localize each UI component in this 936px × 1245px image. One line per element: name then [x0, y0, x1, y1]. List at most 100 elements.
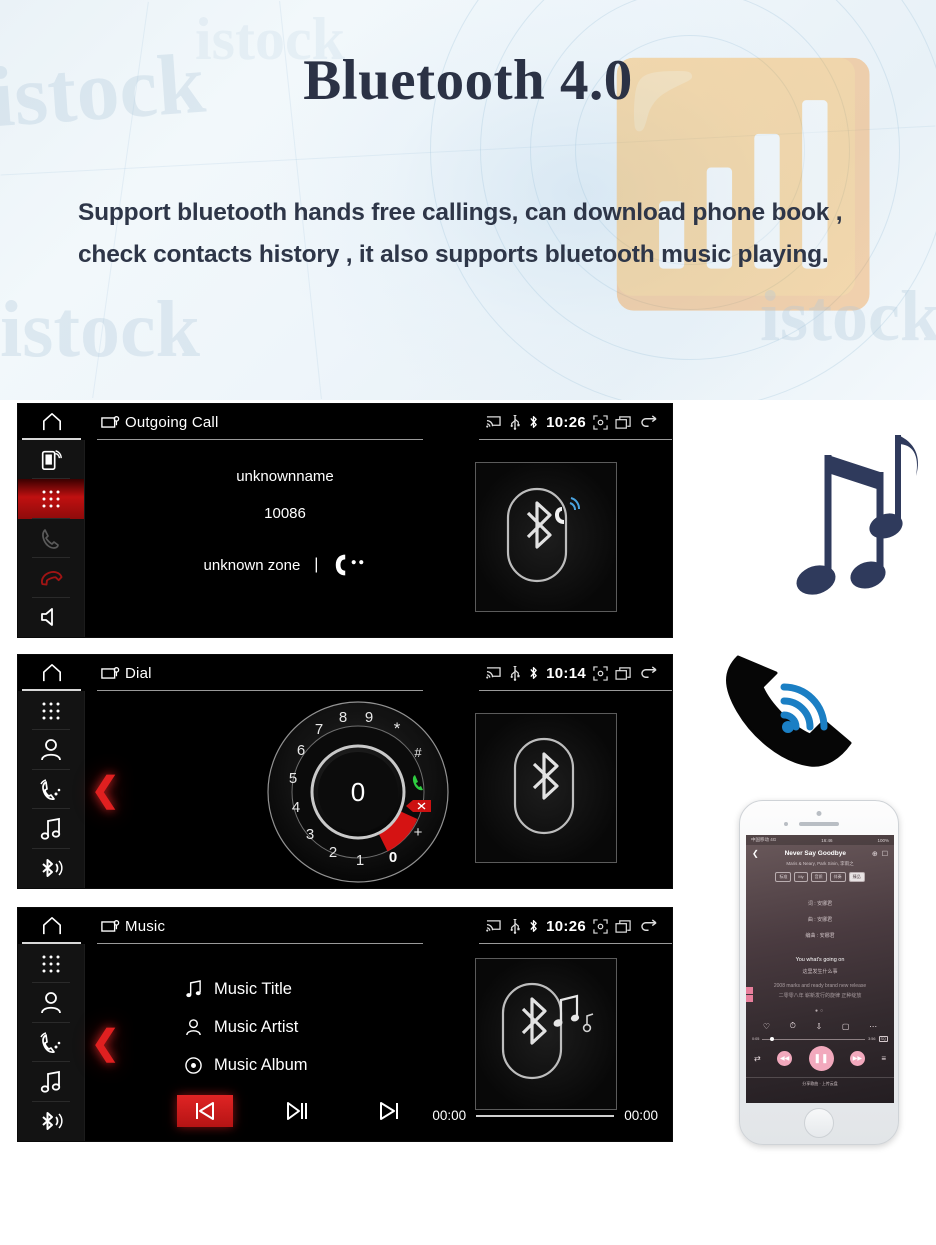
shuffle-icon[interactable]: ⇄	[754, 1054, 761, 1063]
fullscreen-icon[interactable]	[593, 414, 608, 430]
bluetooth-icon	[530, 920, 537, 932]
pause-icon[interactable]: ❚❚	[808, 1046, 834, 1071]
back-icon[interactable]	[640, 414, 658, 430]
sidebar-item-bluetooth[interactable]	[18, 1102, 84, 1141]
sidebar-item-keypad[interactable]	[18, 944, 84, 984]
chip[interactable]: 伴奏	[829, 872, 846, 882]
previous-track-button[interactable]	[177, 1095, 233, 1127]
chip[interactable]: My	[794, 872, 808, 882]
bluetooth-icon	[513, 737, 575, 835]
sidebar-rail	[18, 944, 85, 1141]
download-icon[interactable]: ⇩	[816, 1022, 823, 1031]
quality-chips: 标准 My 音质 伴奏 臻品	[746, 872, 894, 882]
dial-key-2: 2	[329, 844, 337, 861]
sidebar-item-music[interactable]	[18, 1062, 84, 1103]
screencast-icon	[486, 667, 501, 679]
dial-center-display: 0	[351, 777, 365, 807]
screencast-icon	[486, 920, 501, 932]
phone-lyrics: 词 : 安娜君 曲 : 安娜君 编曲 : 安娜君 You what's goin…	[746, 896, 894, 1001]
fullscreen-icon[interactable]	[593, 918, 608, 934]
music-notes-icon	[796, 435, 918, 595]
phone-nav-bar: ❮ Never Say Goodbye ⊕ ☐	[746, 845, 894, 858]
home-button[interactable]	[18, 655, 85, 691]
lyric-sub: 这里发生什么事	[802, 969, 838, 975]
previous-track-icon	[196, 1102, 214, 1120]
sidebar-item-call[interactable]	[18, 519, 84, 559]
add-timer-icon[interactable]: ⏱	[790, 1021, 796, 1031]
display-cast-icon	[101, 919, 120, 932]
list-item[interactable]: Music Title	[185, 970, 308, 1008]
status-clock: 10:26	[546, 917, 586, 935]
bluetooth-icon	[530, 416, 537, 428]
call-info: unknownname 10086 unknown zone |	[85, 468, 485, 578]
sidebar-item-hangup[interactable]	[18, 558, 84, 599]
lyric-next-sub: 二零零八年 崭新发行的旋律 正种绽放	[778, 993, 862, 999]
back-icon[interactable]	[640, 665, 658, 681]
dial-key-6: 6	[297, 742, 305, 759]
list-item[interactable]: Music Artist	[185, 1008, 308, 1046]
sidebar-item-contacts[interactable]	[18, 983, 84, 1024]
sidebar-item-keypad[interactable]	[18, 479, 84, 520]
proximity-sensor	[784, 822, 788, 826]
home-button[interactable]	[804, 1108, 834, 1138]
screencast-icon	[486, 416, 501, 428]
chip[interactable]: 标准	[775, 872, 792, 882]
fullscreen-icon[interactable]	[593, 665, 608, 681]
sidebar-item-call-history[interactable]	[18, 770, 84, 810]
elapsed-time: 00:00	[432, 1108, 467, 1123]
add-to-playlist-icon[interactable]: ⊕	[872, 850, 878, 858]
list-item[interactable]: Music Album	[185, 1046, 308, 1084]
recent-apps-icon[interactable]	[615, 415, 633, 430]
phone-elapsed: 0:05	[752, 1037, 760, 1041]
next-icon[interactable]: ▶▶	[849, 1051, 865, 1066]
dial-key-3: 3	[306, 826, 314, 843]
previous-icon[interactable]: ◀◀	[777, 1051, 793, 1066]
sidebar-item-keypad[interactable]	[18, 691, 84, 731]
back-chevron-button[interactable]: ❮	[91, 773, 120, 807]
recent-apps-icon[interactable]	[615, 666, 633, 681]
sidebar-item-bluetooth[interactable]	[18, 849, 84, 888]
sidebar-item-contacts[interactable]	[18, 730, 84, 771]
more-icon[interactable]: ⋯	[869, 1022, 877, 1031]
keypad-icon	[42, 955, 60, 973]
bluetooth-music-icon	[501, 982, 594, 1080]
comment-icon[interactable]: ▢	[842, 1022, 850, 1031]
chevron-left-icon[interactable]: ❮	[752, 849, 759, 858]
sidebar-item-phone-signal[interactable]	[18, 440, 84, 480]
quality-badge[interactable]: SQ	[878, 1036, 888, 1042]
next-track-button[interactable]	[361, 1095, 417, 1127]
rotary-dial[interactable]: 0 9 8 7 6 5 4 3 2 1 0 + * #	[263, 697, 453, 887]
playlist-icon[interactable]: ≡	[881, 1054, 886, 1063]
home-button[interactable]	[18, 404, 85, 440]
phone-bottom-bar[interactable]: 分享歌曲 · 上传云盘	[746, 1077, 894, 1087]
recent-apps-icon[interactable]	[615, 919, 633, 934]
home-button[interactable]	[18, 908, 85, 944]
phone-screen: 中国移动 4G 16:46 100% ❮ Never Say Goodbye ⊕…	[746, 835, 894, 1103]
chip[interactable]: 音质	[810, 872, 827, 882]
dial-key-star: *	[394, 719, 401, 738]
front-camera-icon	[816, 811, 822, 816]
dial-key-0-highlight: 0	[389, 849, 397, 866]
call-handset-icon	[42, 528, 59, 549]
sidebar-rail	[18, 691, 85, 888]
bluetooth-art-box	[475, 462, 617, 612]
sidebar-item-music[interactable]	[18, 809, 84, 850]
screen-body: ❮ 0 9 8 7 6 5 4 3 2 1 0 + * #	[18, 691, 672, 888]
share-icon[interactable]: ☐	[882, 850, 888, 858]
seek-slider[interactable]	[476, 1114, 615, 1117]
phone-seek-slider[interactable]	[762, 1037, 866, 1041]
back-chevron-button[interactable]: ❮	[91, 1026, 120, 1060]
chip-selected[interactable]: 臻品	[848, 872, 865, 882]
carrier-label: 中国移动 4G	[751, 837, 777, 842]
dial-key-9: 9	[365, 709, 373, 726]
credit-line: 词 : 安娜君	[807, 901, 833, 907]
back-icon[interactable]	[640, 918, 658, 934]
battery-label: 100%	[877, 837, 889, 843]
heart-icon[interactable]: ♡	[763, 1022, 770, 1031]
sidebar-item-speaker[interactable]	[18, 598, 84, 637]
badge[interactable]	[746, 995, 753, 1002]
sidebar-item-call-history[interactable]	[18, 1023, 84, 1063]
car-screen-outgoing-call: Outgoing Call 10:26 unknownname 10086 un…	[18, 404, 672, 637]
play-pause-button[interactable]	[269, 1095, 325, 1127]
badge[interactable]	[746, 987, 753, 994]
